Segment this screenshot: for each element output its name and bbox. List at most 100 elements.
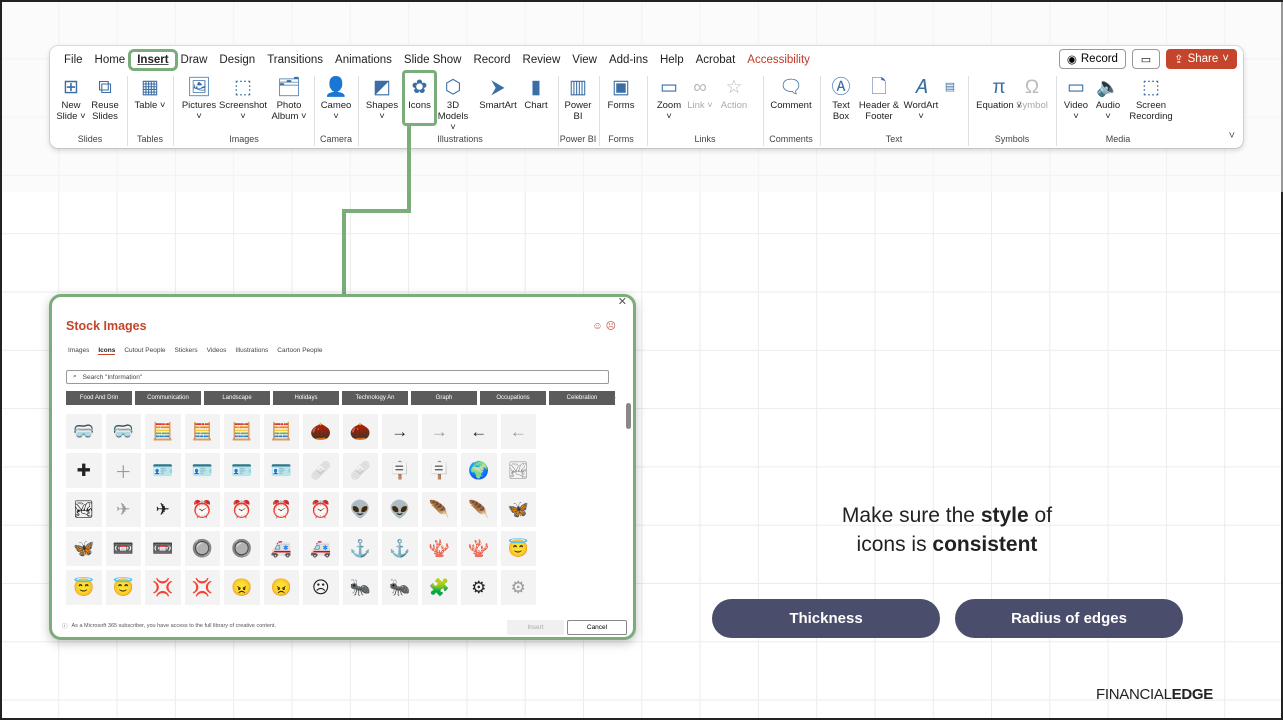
icon-tile[interactable]: 😇	[66, 570, 102, 605]
tab-videos[interactable]: Videos	[207, 347, 227, 355]
icon-tile[interactable]: ＋	[105, 453, 141, 488]
icon-tile[interactable]: 😠	[224, 570, 260, 605]
tab-icons[interactable]: Icons	[98, 347, 116, 355]
icon-tile[interactable]: 🪧	[382, 453, 418, 488]
cancel-button[interactable]: Cancel	[567, 620, 627, 635]
icon-tile[interactable]: 🏞	[500, 453, 536, 488]
icon-tile[interactable]: 🧮	[145, 414, 181, 449]
shapes-button[interactable]: ◩ Shapes ˅	[364, 74, 400, 123]
icon-tile[interactable]: 🪪	[224, 453, 260, 488]
tab-review[interactable]: Review	[517, 52, 567, 68]
icon-tile[interactable]: 👽	[382, 492, 418, 527]
icon-tile[interactable]: 📼	[105, 531, 141, 566]
tab-help[interactable]: Help	[654, 52, 690, 68]
icon-tile[interactable]: 🚑	[303, 531, 339, 566]
tab-cartoon-people[interactable]: Cartoon People	[277, 347, 322, 355]
category-chip[interactable]: Technology An	[342, 391, 408, 405]
icon-tile[interactable]: 🌍	[461, 453, 497, 488]
icon-tile[interactable]: ✈	[145, 492, 181, 527]
tab-transitions[interactable]: Transitions	[261, 52, 329, 68]
icon-tile[interactable]: 😇	[500, 531, 536, 566]
icon-tile[interactable]: 🐜	[382, 570, 418, 605]
symbol-button[interactable]: Ω Symbol	[1016, 74, 1048, 112]
comments-button[interactable]: ▭	[1131, 49, 1160, 69]
power-bi-button[interactable]: ▥ Power BI	[563, 74, 593, 123]
screen-recording-button[interactable]: ⬚ Screen Recording	[1128, 74, 1174, 123]
3d-models-button[interactable]: ⬡ 3D Models ˅	[436, 74, 470, 134]
icon-tile[interactable]: →	[382, 414, 418, 449]
tab-draw[interactable]: Draw	[175, 52, 214, 68]
record-button[interactable]: ◉ Record	[1058, 49, 1126, 69]
category-chip[interactable]: Graph	[411, 391, 477, 405]
category-chip[interactable]: Holidays	[273, 391, 339, 405]
tab-stickers[interactable]: Stickers	[175, 347, 198, 355]
feedback-icons[interactable]: ☺☹	[592, 321, 619, 332]
icon-tile[interactable]: 📼	[145, 531, 181, 566]
icon-tile[interactable]: 🪶	[461, 492, 497, 527]
action-button[interactable]: ☆ Action	[718, 74, 750, 112]
close-icon[interactable]: ✕	[618, 297, 627, 308]
icon-tile[interactable]: 🔘	[224, 531, 260, 566]
icon-tile[interactable]: 🌰	[303, 414, 339, 449]
icon-tile[interactable]: →	[421, 414, 457, 449]
tab-animations[interactable]: Animations	[329, 52, 398, 68]
tab-illustrations[interactable]: Illustrations	[235, 347, 268, 355]
icon-tile[interactable]: 🧮	[224, 414, 260, 449]
tab-cutout-people[interactable]: Cutout People	[124, 347, 165, 355]
icon-tile[interactable]: ✚	[66, 453, 102, 488]
photo-album-button[interactable]: 🗂 Photo Album ˅	[269, 74, 309, 123]
comment-button[interactable]: 🗨 Comment	[768, 74, 814, 112]
zoom-button[interactable]: ▭ Zoom ˅	[654, 74, 684, 123]
icon-tile[interactable]: 🩹	[342, 453, 378, 488]
text-extras-button[interactable]: ▤	[942, 74, 958, 100]
icon-tile[interactable]: ⏰	[263, 492, 299, 527]
icon-tile[interactable]: ⏰	[184, 492, 220, 527]
icon-tile[interactable]: 🌰	[342, 414, 378, 449]
smartart-button[interactable]: ⮞ SmartArt	[476, 74, 520, 112]
tab-record[interactable]: Record	[467, 52, 516, 68]
tab-insert[interactable]: Insert	[128, 49, 178, 71]
tab-view[interactable]: View	[566, 52, 603, 68]
forms-button[interactable]: ▣ Forms	[606, 74, 636, 112]
category-chip[interactable]: Landscape	[204, 391, 270, 405]
link-button[interactable]: ∞ Link ˅	[686, 74, 714, 112]
icon-tile[interactable]: 🦋	[66, 531, 102, 566]
icon-tile[interactable]: 💢	[145, 570, 181, 605]
category-chip[interactable]: Communication	[135, 391, 201, 405]
search-input[interactable]: ⌕ Search "Information"	[66, 370, 609, 384]
chevron-right-icon[interactable]: ›	[613, 392, 616, 402]
icon-tile[interactable]: 🦋	[500, 492, 536, 527]
icon-tile[interactable]: 🪧	[421, 453, 457, 488]
pictures-button[interactable]: 🖼 Pictures ˅	[180, 74, 218, 123]
icon-tile[interactable]: 👽	[342, 492, 378, 527]
icon-tile[interactable]: 😠	[263, 570, 299, 605]
icon-tile[interactable]: 🚑	[263, 531, 299, 566]
icon-tile[interactable]: 🪪	[184, 453, 220, 488]
tab-slide-show[interactable]: Slide Show	[398, 52, 468, 68]
collapse-ribbon-icon[interactable]: ˅	[1229, 130, 1235, 142]
icon-tile[interactable]: 🧮	[184, 414, 220, 449]
icon-tile[interactable]: ←	[461, 414, 497, 449]
icon-tile[interactable]: 🪪	[263, 453, 299, 488]
icon-tile[interactable]: ☹	[303, 570, 339, 605]
icon-tile[interactable]: ⚓	[382, 531, 418, 566]
icon-tile[interactable]: 🥽	[105, 414, 141, 449]
video-button[interactable]: ▭ Video ˅	[1062, 74, 1090, 123]
wordart-button[interactable]: 𝐴 WordArt ˅	[902, 74, 940, 123]
icon-tile[interactable]: ✈	[105, 492, 141, 527]
icon-tile[interactable]: ⚙	[461, 570, 497, 605]
icon-tile[interactable]: 🪸	[461, 531, 497, 566]
scrollbar[interactable]	[626, 391, 631, 613]
category-chip[interactable]: Food And Drin	[66, 391, 132, 405]
tab-acrobat[interactable]: Acrobat	[690, 52, 742, 68]
reuse-slides-button[interactable]: ⧉ Reuse Slides	[88, 74, 122, 123]
screenshot-button[interactable]: ⬚ Screenshot ˅	[219, 74, 267, 123]
table-button[interactable]: ▦ Table ˅	[133, 74, 167, 112]
tab-home[interactable]: Home	[89, 52, 132, 68]
tab-design[interactable]: Design	[213, 52, 261, 68]
insert-button[interactable]: Insert	[507, 620, 564, 635]
tab-images[interactable]: Images	[68, 347, 89, 355]
icon-tile[interactable]: 🪪	[145, 453, 181, 488]
audio-button[interactable]: 🔈 Audio ˅	[1093, 74, 1123, 123]
tab-add-ins[interactable]: Add-ins	[603, 52, 654, 68]
